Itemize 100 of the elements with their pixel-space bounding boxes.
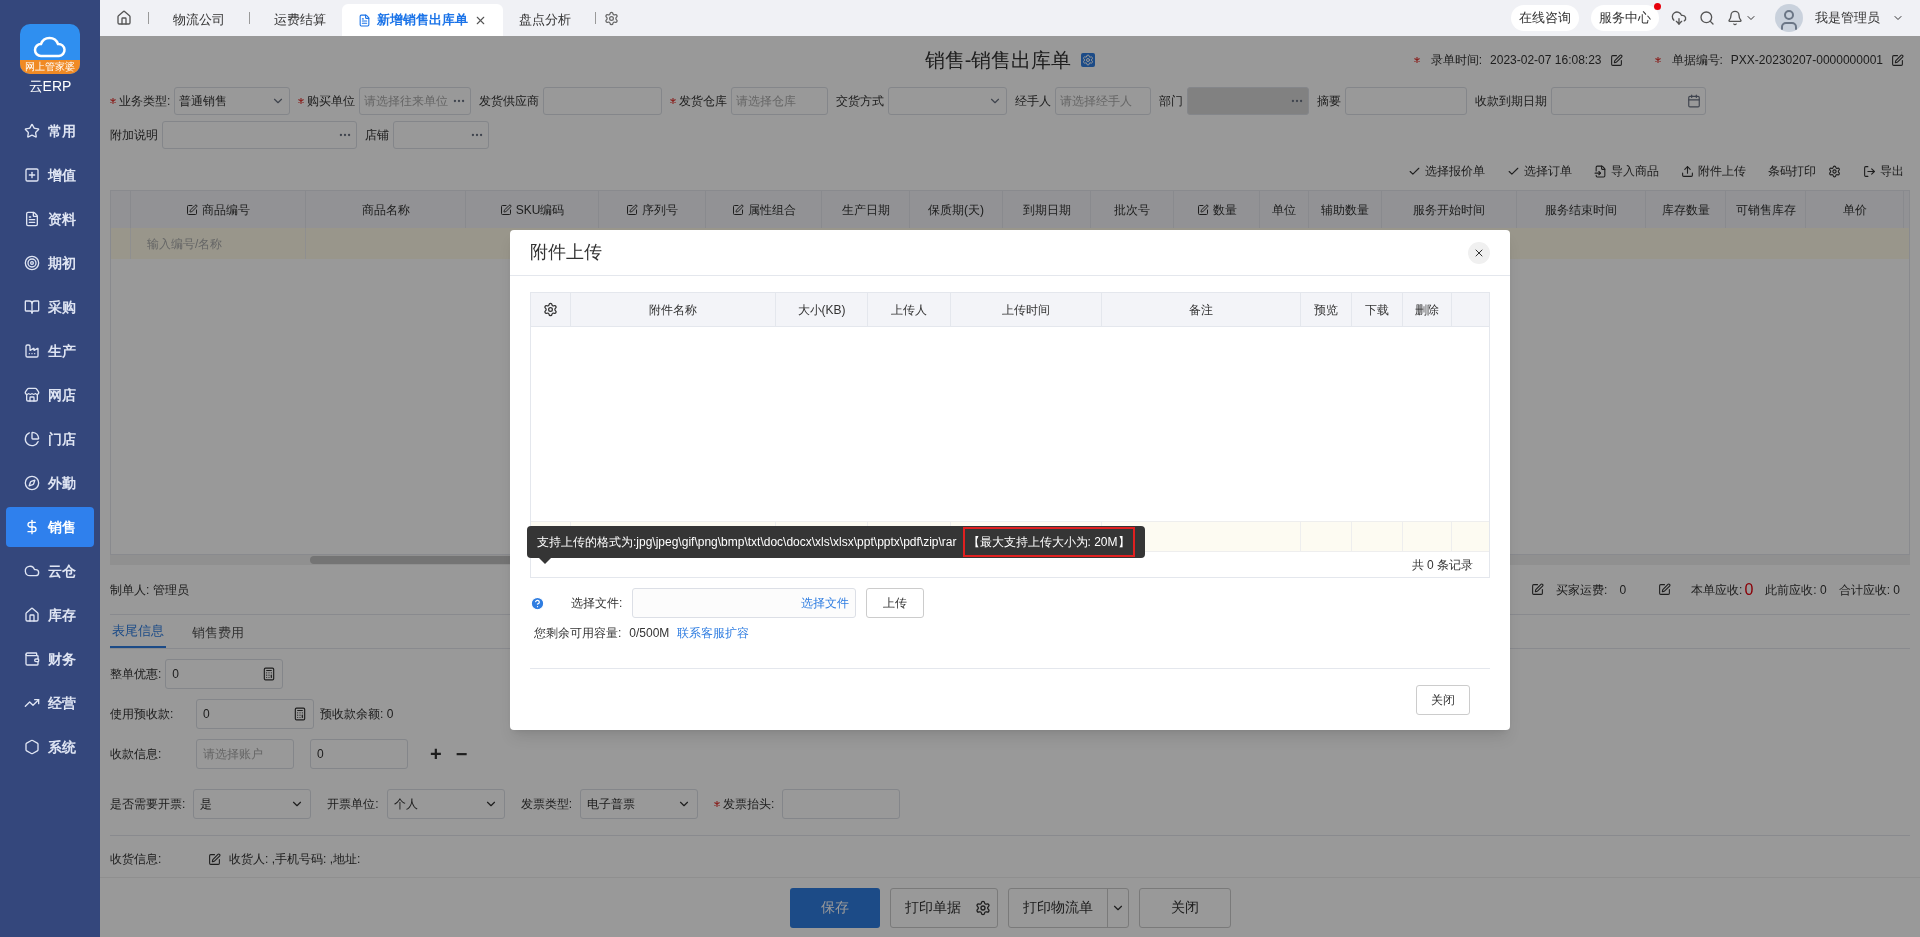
sidebar-item[interactable]: 增值 bbox=[6, 155, 94, 195]
edit-icon[interactable] bbox=[208, 852, 221, 866]
receivable-label: 本单应收: bbox=[1691, 581, 1743, 599]
column-label: 单价 bbox=[1842, 201, 1867, 219]
sidebar-item[interactable]: 门店 bbox=[6, 419, 94, 459]
store-icon bbox=[24, 387, 40, 403]
home-icon[interactable] bbox=[116, 10, 132, 26]
column-header[interactable]: 大小(KB) bbox=[776, 293, 868, 326]
amount-field[interactable]: 0 bbox=[310, 739, 408, 769]
settings-icon[interactable] bbox=[543, 302, 558, 317]
input-field[interactable]: 普通销售 bbox=[174, 87, 291, 115]
toolbar-button[interactable]: 导出 bbox=[1863, 162, 1904, 180]
sidebar-item[interactable]: 系统 bbox=[6, 727, 94, 767]
tab[interactable]: 表尾信息 bbox=[110, 620, 166, 648]
close-button[interactable] bbox=[1468, 241, 1490, 264]
calculator-icon bbox=[262, 667, 277, 681]
tab[interactable]: 盘点分析 bbox=[503, 4, 587, 36]
field-label: 附加说明 bbox=[110, 127, 158, 144]
toolbar-button[interactable]: 导入商品 bbox=[1594, 162, 1659, 180]
sidebar-item[interactable]: 财务 bbox=[6, 639, 94, 679]
online-consult-button[interactable]: 在线咨询 bbox=[1511, 5, 1579, 31]
input-field[interactable] bbox=[162, 121, 357, 149]
edit-icon bbox=[1196, 203, 1209, 216]
edit-icon[interactable] bbox=[1891, 53, 1904, 67]
toolbar-button[interactable]: 条码打印 bbox=[1768, 162, 1841, 180]
edit-icon bbox=[186, 203, 198, 216]
page-title: 销售-销售出库单 bbox=[924, 48, 1072, 73]
dropdown[interactable]: 个人 bbox=[386, 789, 505, 819]
footer-button[interactable]: 关闭 bbox=[1139, 888, 1230, 927]
edit-icon[interactable] bbox=[1658, 583, 1672, 596]
choose-file-link[interactable]: 选择文件 bbox=[801, 594, 850, 612]
sidebar-item[interactable]: 资料 bbox=[6, 199, 94, 239]
tab[interactable]: 新增销售出库单 bbox=[342, 4, 503, 36]
field-label: 开票单位: bbox=[327, 796, 379, 813]
logo-badge: 网上管家婆 bbox=[20, 60, 80, 74]
close-button[interactable]: 关闭 bbox=[1416, 685, 1470, 715]
user-avatar[interactable] bbox=[1775, 4, 1803, 32]
user-name[interactable]: 我是管理员 bbox=[1815, 8, 1880, 28]
help-icon[interactable] bbox=[530, 595, 545, 611]
tooltip-note: 【最大支持上传大小为: 20M】 bbox=[962, 527, 1135, 557]
column-header[interactable]: 附件名称 bbox=[571, 293, 776, 326]
dropdown[interactable]: 电子普票 bbox=[580, 789, 699, 819]
delivery-label: 收货信息: bbox=[110, 851, 163, 868]
field-label: 收款到期日期 bbox=[1475, 93, 1548, 110]
input-field[interactable] bbox=[888, 87, 1008, 115]
upload-button[interactable]: 上传 bbox=[866, 588, 925, 618]
dropdown[interactable]: 是 bbox=[193, 789, 312, 819]
settings-icon bbox=[1828, 164, 1841, 178]
field-label: 是否需要开票: bbox=[110, 796, 186, 813]
sidebar-item[interactable]: 云仓 bbox=[6, 551, 94, 591]
save-button[interactable]: 保存 bbox=[789, 887, 880, 928]
tab[interactable]: 销售费用 bbox=[190, 622, 246, 648]
sidebar-item[interactable]: 外勤 bbox=[6, 463, 94, 503]
dollar-icon bbox=[24, 519, 40, 535]
input-field[interactable] bbox=[1551, 87, 1707, 115]
column-header[interactable]: 下载 bbox=[1352, 293, 1403, 326]
expand-capacity-link[interactable]: 联系客服扩容 bbox=[677, 624, 750, 642]
toolbar-button[interactable]: 附件上传 bbox=[1681, 162, 1746, 180]
column-label: 可销售库存 bbox=[1735, 201, 1796, 219]
field-label: 交货方式 bbox=[836, 93, 885, 110]
column-header[interactable]: 备注 bbox=[1102, 293, 1301, 326]
tab[interactable]: 物流公司 bbox=[157, 4, 241, 36]
discount-field[interactable]: 0 bbox=[165, 659, 284, 689]
column-header[interactable]: 删除 bbox=[1403, 293, 1452, 326]
field-label: 购买单位 bbox=[307, 93, 356, 110]
sidebar-item[interactable]: 常用 bbox=[6, 111, 94, 151]
column-header[interactable]: 预览 bbox=[1301, 293, 1352, 326]
edit-icon[interactable] bbox=[1531, 583, 1545, 596]
edit-icon[interactable] bbox=[1609, 53, 1623, 67]
search-icon[interactable] bbox=[1699, 10, 1715, 26]
sidebar-item[interactable]: 库存 bbox=[6, 595, 94, 635]
sidebar-item[interactable]: 网店 bbox=[6, 375, 94, 415]
service-center-button[interactable]: 服务中心 bbox=[1591, 5, 1659, 31]
column-label: 商品编号 bbox=[202, 201, 250, 219]
settings-icon[interactable] bbox=[974, 899, 991, 916]
remove-button[interactable]: − bbox=[455, 739, 468, 769]
file-field[interactable]: 选择文件 bbox=[632, 588, 857, 618]
sidebar-item[interactable]: 经营 bbox=[6, 683, 94, 723]
cloud-download-icon[interactable] bbox=[1671, 10, 1687, 26]
toolbar-button[interactable]: 选择订单 bbox=[1507, 162, 1572, 180]
toolbar-button[interactable]: 选择报价单 bbox=[1408, 162, 1485, 180]
sidebar-item[interactable]: 期初 bbox=[6, 243, 94, 283]
input-field[interactable] bbox=[393, 121, 489, 149]
column-label: 单位 bbox=[1272, 201, 1296, 219]
prepay-field[interactable]: 0 bbox=[196, 699, 314, 729]
settings-icon[interactable] bbox=[604, 10, 619, 26]
sidebar-item[interactable]: 销售 bbox=[6, 507, 94, 547]
column-label: 服务结束时间 bbox=[1545, 201, 1617, 219]
sidebar-item[interactable]: 生产 bbox=[6, 331, 94, 371]
receivable-value: 0 bbox=[1744, 579, 1754, 600]
prepay-label: 使用预收款: bbox=[110, 706, 175, 723]
pie-chart-icon bbox=[24, 431, 40, 447]
column-label: 商品名称 bbox=[361, 201, 410, 219]
tab[interactable]: 运费结算 bbox=[258, 4, 342, 36]
bell-icon[interactable] bbox=[1727, 10, 1743, 26]
sidebar-item[interactable]: 采购 bbox=[6, 287, 94, 327]
cloud-logo-icon bbox=[33, 36, 67, 58]
add-button[interactable]: + bbox=[430, 739, 442, 769]
column-header[interactable]: 上传时间 bbox=[951, 293, 1102, 326]
column-header[interactable]: 上传人 bbox=[868, 293, 951, 326]
